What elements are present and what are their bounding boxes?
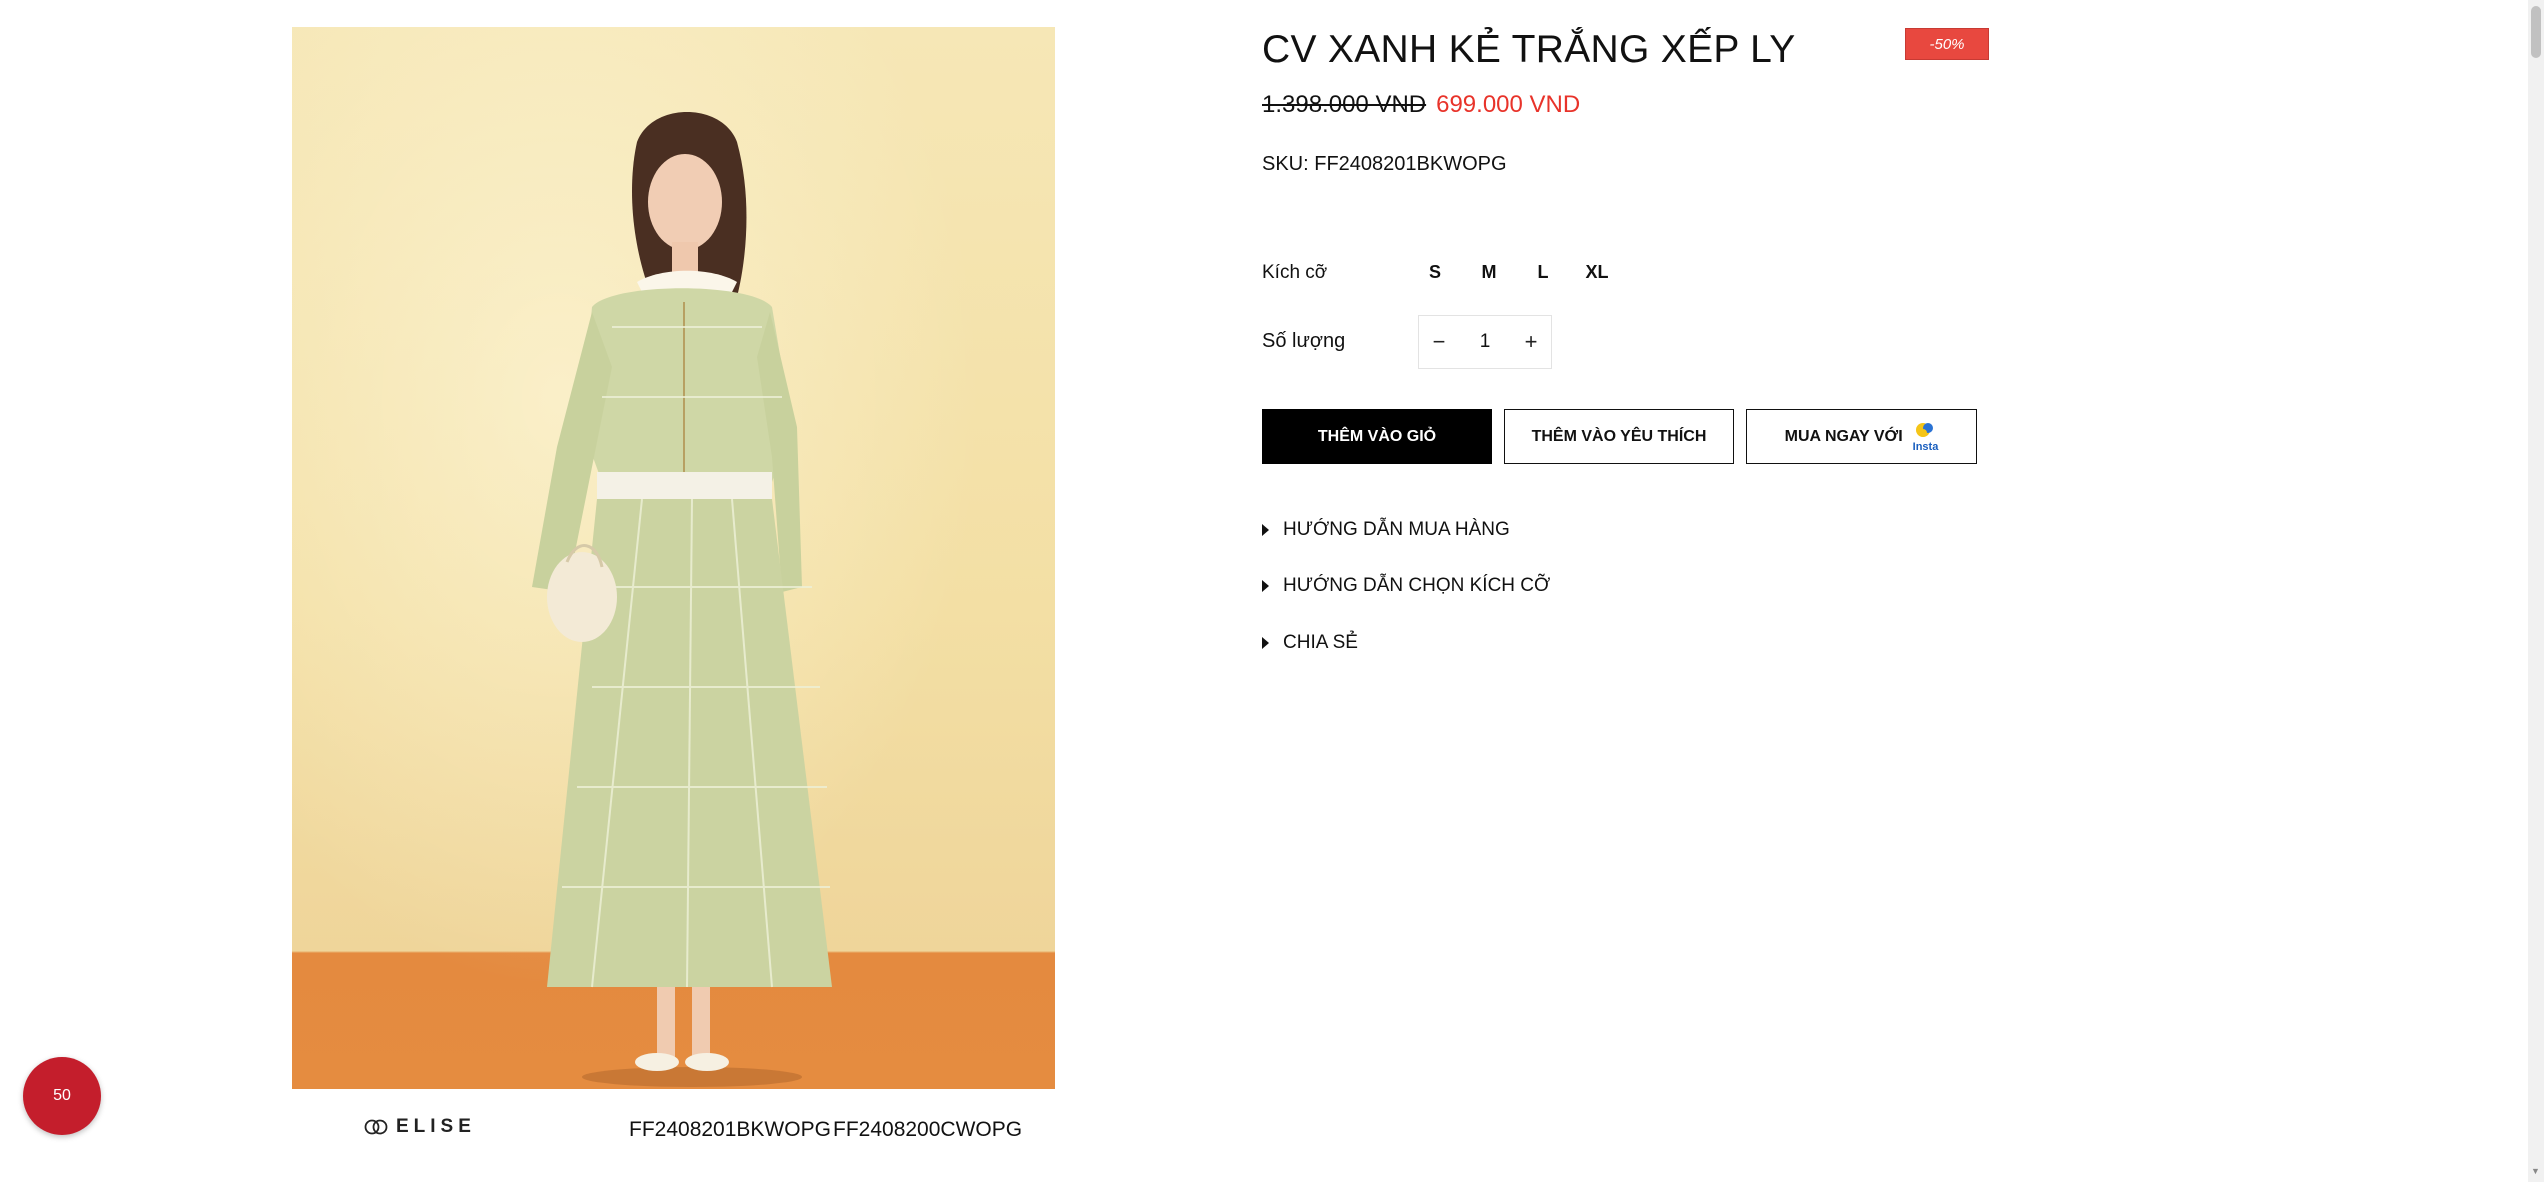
caret-right-icon <box>1262 637 1269 649</box>
add-to-cart-label: THÊM VÀO GIỎ <box>1317 427 1437 445</box>
brand-logo-icon <box>364 1119 388 1135</box>
accordion-share-label: CHIA SẺ <box>1283 632 1358 653</box>
quantity-decrease-button[interactable]: − <box>1419 316 1459 368</box>
image-code-right: FF2408200CWOPG <box>833 1118 1023 1141</box>
discount-badge: -50% <box>1905 28 1989 60</box>
quantity-input[interactable] <box>1460 331 1510 353</box>
quantity-increase-button[interactable]: + <box>1511 316 1551 368</box>
caret-right-icon <box>1262 580 1269 592</box>
caret-right-icon <box>1262 524 1269 536</box>
brand-logo: ELISE <box>364 1116 476 1138</box>
size-option-s[interactable]: S <box>1408 258 1462 286</box>
scrollbar-thumb[interactable] <box>2531 6 2541 58</box>
product-title: CV XANH KẺ TRẮNG XẾP LY <box>1262 28 1796 71</box>
quantity-label: Số lượng <box>1262 330 1346 352</box>
floating-promo-label: 50 <box>53 1087 71 1104</box>
page-scrollbar[interactable]: ▼ <box>2528 0 2544 1182</box>
size-selector: S M L XL <box>1408 258 1624 286</box>
quantity-stepper: − + <box>1418 315 1552 369</box>
add-to-cart-button[interactable]: THÊM VÀO GIỎ <box>1262 409 1492 464</box>
image-code-left: FF2408201BKWOPG <box>629 1118 831 1141</box>
insta-word: Insta <box>1912 440 1939 453</box>
add-to-wishlist-button[interactable]: THÊM VÀO YÊU THÍCH <box>1504 409 1734 464</box>
product-sku: SKU: FF2408201BKWOPG <box>1262 153 1507 175</box>
size-option-m[interactable]: M <box>1462 258 1516 286</box>
size-option-l[interactable]: L <box>1516 258 1570 286</box>
sale-price: 699.000 VND <box>1436 91 1581 118</box>
floating-promo-button[interactable]: 50 <box>23 1057 101 1135</box>
add-to-wishlist-label: THÊM VÀO YÊU THÍCH <box>1531 427 1707 445</box>
insta-logo-icon <box>1916 422 1934 437</box>
insta-logo: Insta <box>1912 421 1939 453</box>
buy-now-label: MUA NGAY VỚI <box>1784 427 1903 445</box>
accordion-purchase-guide-label: HƯỚNG DẪN MUA HÀNG <box>1283 519 1510 540</box>
buy-now-insta-button[interactable]: MUA NGAY VỚI Insta <box>1746 409 1977 464</box>
product-image[interactable] <box>292 27 1055 1089</box>
scroll-down-arrow-icon[interactable]: ▼ <box>2531 1166 2540 1176</box>
brand-name: ELISE <box>396 1116 476 1137</box>
accordion-size-guide[interactable]: HƯỚNG DẪN CHỌN KÍCH CỠ <box>1262 575 1550 597</box>
price-row: 1.398.000 VND 699.000 VND <box>1262 91 1580 119</box>
original-price: 1.398.000 VND <box>1262 91 1427 118</box>
size-option-xl[interactable]: XL <box>1570 258 1624 286</box>
accordion-share[interactable]: CHIA SẺ <box>1262 632 1358 654</box>
size-label: Kích cỡ <box>1262 262 1328 283</box>
accordion-size-guide-label: HƯỚNG DẪN CHỌN KÍCH CỠ <box>1283 575 1551 596</box>
model-illustration <box>532 112 832 1087</box>
image-caption-bar: ELISE FF2408201BKWOPG FF2408200CWOPG <box>292 1110 1055 1150</box>
accordion-purchase-guide[interactable]: HƯỚNG DẪN MUA HÀNG <box>1262 519 1510 541</box>
